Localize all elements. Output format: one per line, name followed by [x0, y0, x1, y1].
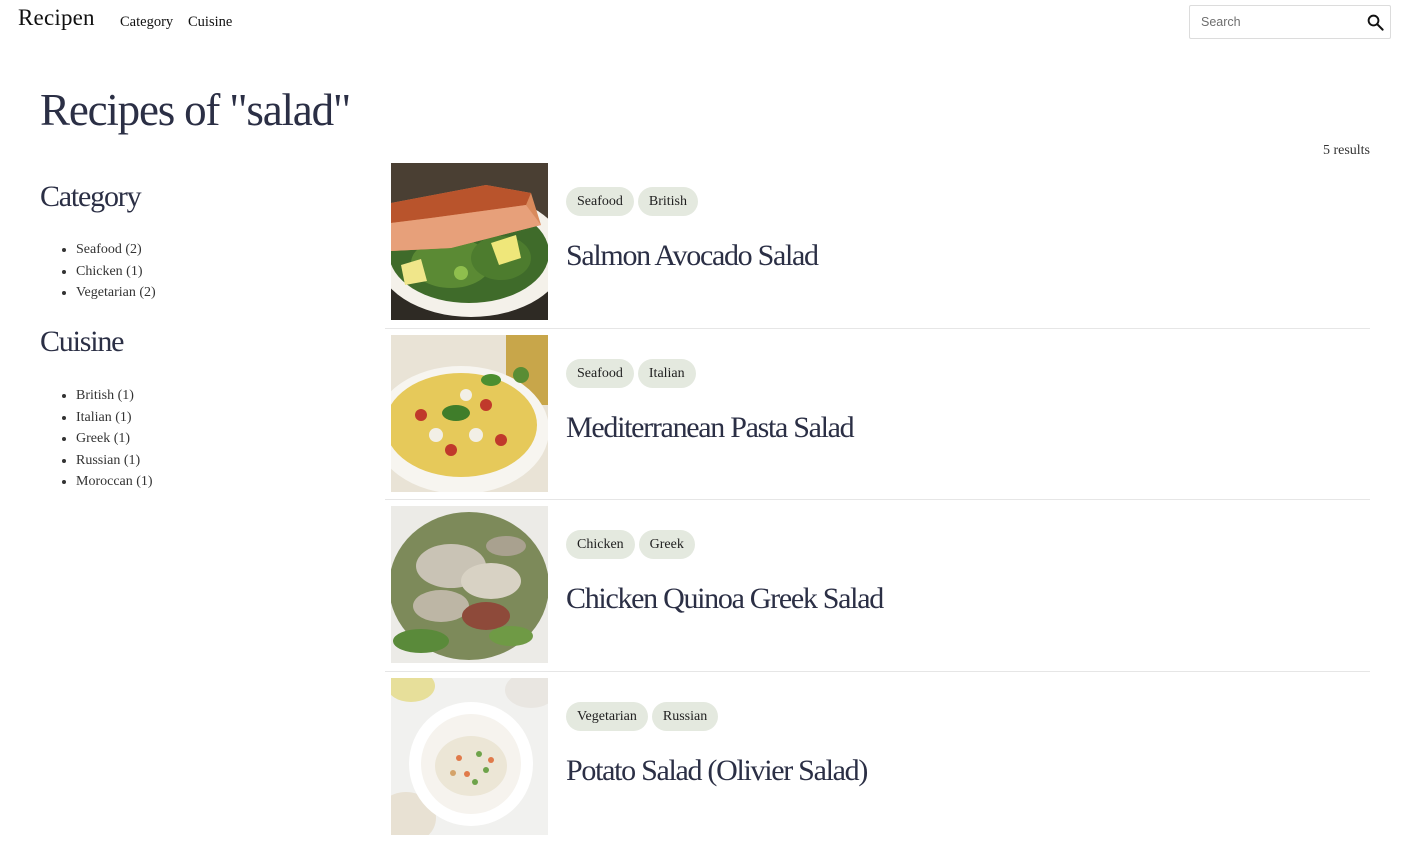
category-filter-list: Seafood (2) Chicken (1) Vegetarian (2) [76, 239, 156, 304]
cuisine-heading: Cuisine [40, 325, 123, 359]
category-heading: Category [40, 180, 140, 214]
recipe-card[interactable]: Chicken Greek Chicken Quinoa Greek Salad [385, 500, 1370, 672]
cuisine-filter-british[interactable]: British (1) [76, 385, 153, 407]
tag-seafood[interactable]: Seafood [566, 187, 634, 216]
nav-link-category[interactable]: Category [120, 14, 173, 31]
chicken-salad-photo[interactable] [391, 506, 548, 663]
category-filter-chicken[interactable]: Chicken (1) [76, 261, 156, 283]
recipe-title[interactable]: Potato Salad (Olivier Salad) [566, 754, 867, 788]
cuisine-filter-italian[interactable]: Italian (1) [76, 407, 153, 429]
search-input[interactable] [1190, 6, 1360, 38]
tag-chicken[interactable]: Chicken [566, 530, 635, 559]
pasta-salad-photo[interactable] [391, 335, 548, 492]
tag-italian[interactable]: Italian [638, 359, 696, 388]
tag-greek[interactable]: Greek [639, 530, 695, 559]
tag-seafood[interactable]: Seafood [566, 359, 634, 388]
tag-list: Seafood British [566, 187, 698, 216]
cuisine-filter-russian[interactable]: Russian (1) [76, 450, 153, 472]
salmon-salad-photo[interactable] [391, 163, 548, 320]
tag-list: Chicken Greek [566, 530, 695, 559]
tag-british[interactable]: British [638, 187, 698, 216]
search-icon[interactable] [1366, 13, 1385, 32]
brand-logo[interactable]: Recipen [18, 5, 95, 31]
recipe-title[interactable]: Chicken Quinoa Greek Salad [566, 582, 883, 616]
nav-link-cuisine[interactable]: Cuisine [188, 14, 232, 31]
recipe-card[interactable]: Seafood Italian Mediterranean Pasta Sala… [385, 329, 1370, 501]
results-list: Seafood British Salmon Avocado Salad [385, 157, 1370, 843]
recipe-title[interactable]: Mediterranean Pasta Salad [566, 411, 853, 445]
tag-list: Vegetarian Russian [566, 702, 718, 731]
tag-russian[interactable]: Russian [652, 702, 718, 731]
category-filter-seafood[interactable]: Seafood (2) [76, 239, 156, 261]
olivier-salad-photo[interactable] [391, 678, 548, 835]
top-navbar: Recipen Category Cuisine [0, 0, 1407, 44]
recipe-card[interactable]: Vegetarian Russian Potato Salad (Olivier… [385, 672, 1370, 843]
cuisine-filter-moroccan[interactable]: Moroccan (1) [76, 471, 153, 493]
tag-vegetarian[interactable]: Vegetarian [566, 702, 648, 731]
page-title: Recipes of "salad" [40, 84, 350, 136]
recipe-card[interactable]: Seafood British Salmon Avocado Salad [385, 157, 1370, 329]
tag-list: Seafood Italian [566, 359, 696, 388]
cuisine-filter-list: British (1) Italian (1) Greek (1) Russia… [76, 385, 153, 493]
cuisine-filter-greek[interactable]: Greek (1) [76, 428, 153, 450]
search-box [1189, 5, 1391, 39]
recipe-title[interactable]: Salmon Avocado Salad [566, 239, 818, 273]
category-filter-vegetarian[interactable]: Vegetarian (2) [76, 282, 156, 304]
